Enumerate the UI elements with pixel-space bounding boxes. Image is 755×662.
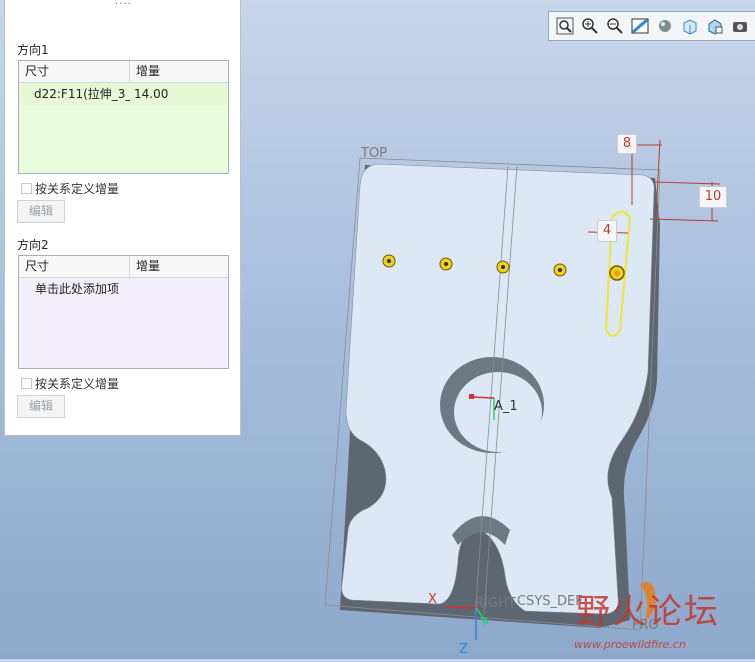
direction1-table[interactable]: 尺寸 增量 d22:F11(拉伸_3_ 14.00 xyxy=(18,60,229,174)
table-row[interactable]: d22:F11(拉伸_3_ 14.00 xyxy=(19,83,228,105)
panel-grip[interactable]: ···· xyxy=(115,0,135,10)
watermark-url: www.proewildfire.cn xyxy=(574,638,686,651)
dimension-10[interactable]: 10 xyxy=(699,186,727,208)
datum-top-label: TOP xyxy=(361,146,388,161)
col-dimension-header[interactable]: 尺寸 xyxy=(19,61,130,82)
repaint-icon[interactable] xyxy=(628,15,651,37)
dimension-4[interactable]: 4 xyxy=(597,220,617,242)
watermark: 野火论坛 www.proewildfire.cn xyxy=(566,572,755,659)
checkbox-label: 按关系定义增量 xyxy=(35,377,120,391)
cell-increment[interactable]: 14.00 xyxy=(130,83,228,105)
zoom-out-icon[interactable] xyxy=(603,15,626,37)
direction2-edit-button[interactable]: 编辑 xyxy=(17,395,65,418)
view-toolbar xyxy=(548,11,755,41)
display-style-icon[interactable] xyxy=(653,15,676,37)
direction1-relation-checkbox[interactable]: 按关系定义增量 xyxy=(21,180,119,197)
watermark-title: 野火论坛 xyxy=(576,592,720,632)
checkbox-box[interactable] xyxy=(21,378,32,389)
table-header: 尺寸 增量 xyxy=(19,256,228,278)
col-dimension-header[interactable]: 尺寸 xyxy=(19,256,130,277)
col-increment-header[interactable]: 增量 xyxy=(130,256,228,277)
table-header: 尺寸 增量 xyxy=(19,61,228,83)
axis-z-label: Z xyxy=(459,642,468,657)
direction2-table[interactable]: 尺寸 增量 单击此处添加项 xyxy=(18,255,229,369)
datum-axis-label: A_1 xyxy=(494,399,518,414)
col-increment-header[interactable]: 增量 xyxy=(130,61,228,82)
axis-x-label: X xyxy=(428,592,437,607)
appearance-icon[interactable] xyxy=(728,15,751,37)
dimension-8[interactable]: 8 xyxy=(617,134,637,154)
checkbox-box[interactable] xyxy=(21,183,32,194)
direction2-relation-checkbox[interactable]: 按关系定义增量 xyxy=(21,375,119,392)
direction2-title: 方向2 xyxy=(17,238,49,252)
zoom-fit-icon[interactable] xyxy=(553,15,576,37)
pattern-dashboard-panel: ···· 方向1 尺寸 增量 d22:F11(拉伸_3_ 14.00 按关系定义… xyxy=(4,0,241,436)
zoom-in-icon[interactable] xyxy=(578,15,601,37)
cell-dimension[interactable]: d22:F11(拉伸_3_ xyxy=(19,83,130,105)
right-label: RIGHT xyxy=(475,596,516,611)
direction1-edit-button[interactable]: 编辑 xyxy=(17,200,65,223)
checkbox-label: 按关系定义增量 xyxy=(35,182,120,196)
view-manager-icon[interactable] xyxy=(703,15,726,37)
add-item-hint[interactable]: 单击此处添加项 xyxy=(19,278,228,300)
saved-views-icon[interactable] xyxy=(678,15,701,37)
axis-y-label: Y xyxy=(480,616,488,631)
direction1-title: 方向1 xyxy=(17,43,49,57)
